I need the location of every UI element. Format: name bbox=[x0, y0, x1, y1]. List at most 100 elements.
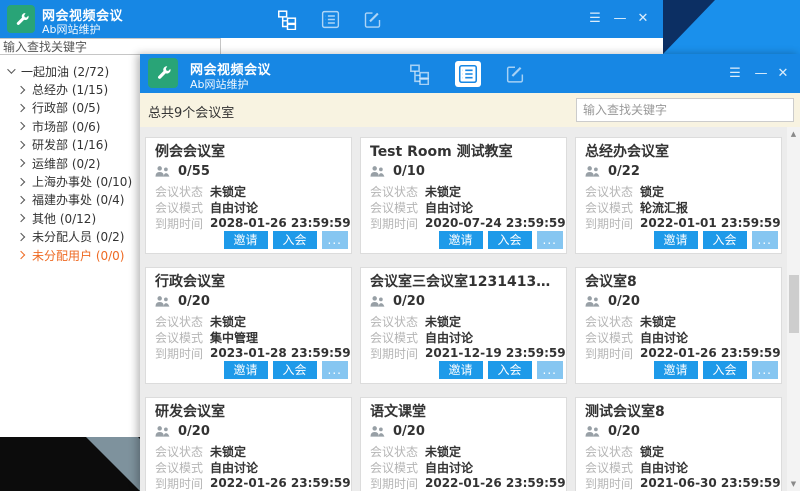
status-label: 会议状态 bbox=[585, 313, 640, 330]
expire-value: 2021-06-30 23:59:59 bbox=[640, 476, 781, 490]
invite-button[interactable]: 邀请 bbox=[439, 361, 483, 379]
status-value: 未锁定 bbox=[210, 443, 246, 460]
chevron-right-icon bbox=[17, 232, 25, 240]
status-value: 锁定 bbox=[640, 183, 664, 200]
desktop: 网会视频会议 Ab网站维护 ☰ — ✕ 一起加油 (2/72) 总经办 (1/ bbox=[0, 0, 800, 491]
invite-button[interactable]: 邀请 bbox=[654, 361, 698, 379]
more-button[interactable]: ... bbox=[752, 231, 778, 249]
invite-button[interactable]: 邀请 bbox=[224, 361, 268, 379]
join-button[interactable]: 入会 bbox=[273, 361, 317, 379]
tree-item-dept[interactable]: 其他 (0/12) bbox=[0, 209, 140, 227]
status-label: 会议状态 bbox=[370, 313, 425, 330]
room-name: 会议室三会议室123141324141三会... bbox=[370, 273, 557, 291]
mode-value: 自由讨论 bbox=[640, 329, 688, 346]
meeting-room-card: 会议室8 0/20 会议状态未锁定 会议模式自由讨论 到期时间2022-01-2… bbox=[575, 267, 782, 384]
summary-bar: 总共9个会议室 bbox=[140, 93, 800, 127]
org-chart-icon[interactable] bbox=[275, 7, 299, 31]
minimize-button[interactable]: — bbox=[752, 66, 770, 82]
mode-label: 会议模式 bbox=[370, 459, 425, 476]
edit-icon[interactable] bbox=[360, 7, 384, 31]
status-value: 未锁定 bbox=[425, 443, 461, 460]
join-button[interactable]: 入会 bbox=[488, 231, 532, 249]
tree-item-dept[interactable]: 未分配人员 (0/2) bbox=[0, 228, 140, 246]
join-button[interactable]: 入会 bbox=[488, 361, 532, 379]
app-subtitle: Ab网站维护 bbox=[190, 76, 249, 92]
more-button[interactable]: ... bbox=[752, 361, 778, 379]
participant-count: 0/10 bbox=[393, 164, 425, 179]
edit-icon[interactable] bbox=[503, 62, 527, 86]
minimize-button[interactable]: — bbox=[611, 11, 629, 27]
status-value: 锁定 bbox=[640, 443, 664, 460]
mode-value: 自由讨论 bbox=[210, 459, 258, 476]
close-button[interactable]: ✕ bbox=[634, 11, 652, 27]
expire-value: 2023-01-28 23:59:59 bbox=[210, 346, 351, 360]
menu-icon[interactable]: ☰ bbox=[586, 11, 604, 27]
tree-item-group[interactable]: 一起加油 (2/72) bbox=[0, 62, 140, 80]
tree-item-dept[interactable]: 总经办 (1/15) bbox=[0, 80, 140, 98]
tree-item-dept[interactable]: 运维部 (0/2) bbox=[0, 154, 140, 172]
wallpaper-bottom-left bbox=[0, 437, 140, 491]
invite-button[interactable]: 邀请 bbox=[439, 231, 483, 249]
tree-item-dept[interactable]: 行政部 (0/5) bbox=[0, 99, 140, 117]
status-value: 未锁定 bbox=[425, 183, 461, 200]
status-label: 会议状态 bbox=[155, 313, 210, 330]
meeting-room-card: 总经办会议室 0/22 会议状态锁定 会议模式轮流汇报 到期时间2022-01-… bbox=[575, 137, 782, 254]
org-chart-icon[interactable] bbox=[408, 62, 432, 86]
people-icon bbox=[155, 425, 170, 438]
expire-value: 2022-01-26 23:59:59 bbox=[425, 476, 566, 490]
expire-label: 到期时间 bbox=[155, 345, 210, 362]
scroll-up-icon[interactable]: ▲ bbox=[787, 127, 800, 141]
participant-count: 0/20 bbox=[393, 424, 425, 439]
chevron-right-icon bbox=[17, 104, 25, 112]
mode-value: 自由讨论 bbox=[640, 459, 688, 476]
participant-count: 0/20 bbox=[608, 424, 640, 439]
tree-item-dept[interactable]: 市场部 (0/6) bbox=[0, 117, 140, 135]
sidebar-search-input[interactable] bbox=[0, 38, 221, 55]
status-label: 会议状态 bbox=[155, 443, 210, 460]
more-button[interactable]: ... bbox=[537, 361, 563, 379]
tree-item-dept[interactable]: 福建办事处 (0/4) bbox=[0, 191, 140, 209]
status-label: 会议状态 bbox=[370, 443, 425, 460]
meeting-list-icon[interactable] bbox=[455, 61, 481, 87]
app-subtitle: Ab网站维护 bbox=[42, 21, 101, 37]
room-name: 总经办会议室 bbox=[585, 143, 772, 161]
expire-value: 2022-01-01 23:59:59 bbox=[640, 216, 781, 230]
join-button[interactable]: 入会 bbox=[703, 361, 747, 379]
meeting-list-icon[interactable] bbox=[318, 7, 342, 31]
meeting-room-card: 测试会议室8 0/20 会议状态锁定 会议模式自由讨论 到期时间2021-06-… bbox=[575, 397, 782, 491]
invite-button[interactable]: 邀请 bbox=[224, 231, 268, 249]
more-button[interactable]: ... bbox=[322, 361, 348, 379]
join-button[interactable]: 入会 bbox=[703, 231, 747, 249]
expire-value: 2028-01-26 23:59:59 bbox=[210, 216, 351, 230]
back-window-titlebar: 网会视频会议 Ab网站维护 ☰ — ✕ bbox=[0, 0, 663, 38]
more-button[interactable]: ... bbox=[537, 231, 563, 249]
mode-label: 会议模式 bbox=[585, 199, 640, 216]
scroll-down-icon[interactable]: ▼ bbox=[787, 477, 800, 491]
expire-label: 到期时间 bbox=[585, 475, 640, 491]
status-value: 未锁定 bbox=[640, 313, 676, 330]
chevron-right-icon bbox=[17, 141, 25, 149]
mode-label: 会议模式 bbox=[155, 329, 210, 346]
room-search-input[interactable] bbox=[576, 98, 794, 122]
people-icon bbox=[585, 295, 600, 308]
mode-label: 会议模式 bbox=[155, 199, 210, 216]
expire-label: 到期时间 bbox=[155, 475, 210, 491]
mode-value: 自由讨论 bbox=[425, 459, 473, 476]
wallpaper-top-right bbox=[663, 0, 800, 54]
wrench-icon bbox=[13, 11, 30, 28]
scrollbar-thumb[interactable] bbox=[789, 275, 799, 333]
tree-item-unassigned-users[interactable]: 未分配用户 (0/0) bbox=[0, 246, 140, 264]
expire-value: 2022-01-26 23:59:59 bbox=[640, 346, 781, 360]
expire-value: 2020-07-24 23:59:59 bbox=[425, 216, 566, 230]
chevron-right-icon bbox=[17, 177, 25, 185]
more-button[interactable]: ... bbox=[322, 231, 348, 249]
expire-label: 到期时间 bbox=[585, 215, 640, 232]
join-button[interactable]: 入会 bbox=[273, 231, 317, 249]
invite-button[interactable]: 邀请 bbox=[654, 231, 698, 249]
menu-icon[interactable]: ☰ bbox=[726, 66, 744, 82]
close-button[interactable]: ✕ bbox=[774, 66, 792, 82]
vertical-scrollbar[interactable]: ▲ ▼ bbox=[787, 127, 800, 491]
tree-item-dept[interactable]: 研发部 (1/16) bbox=[0, 136, 140, 154]
front-window-titlebar: 网会视频会议 Ab网站维护 ☰ — ✕ bbox=[140, 54, 800, 93]
tree-item-dept[interactable]: 上海办事处 (0/10) bbox=[0, 172, 140, 190]
